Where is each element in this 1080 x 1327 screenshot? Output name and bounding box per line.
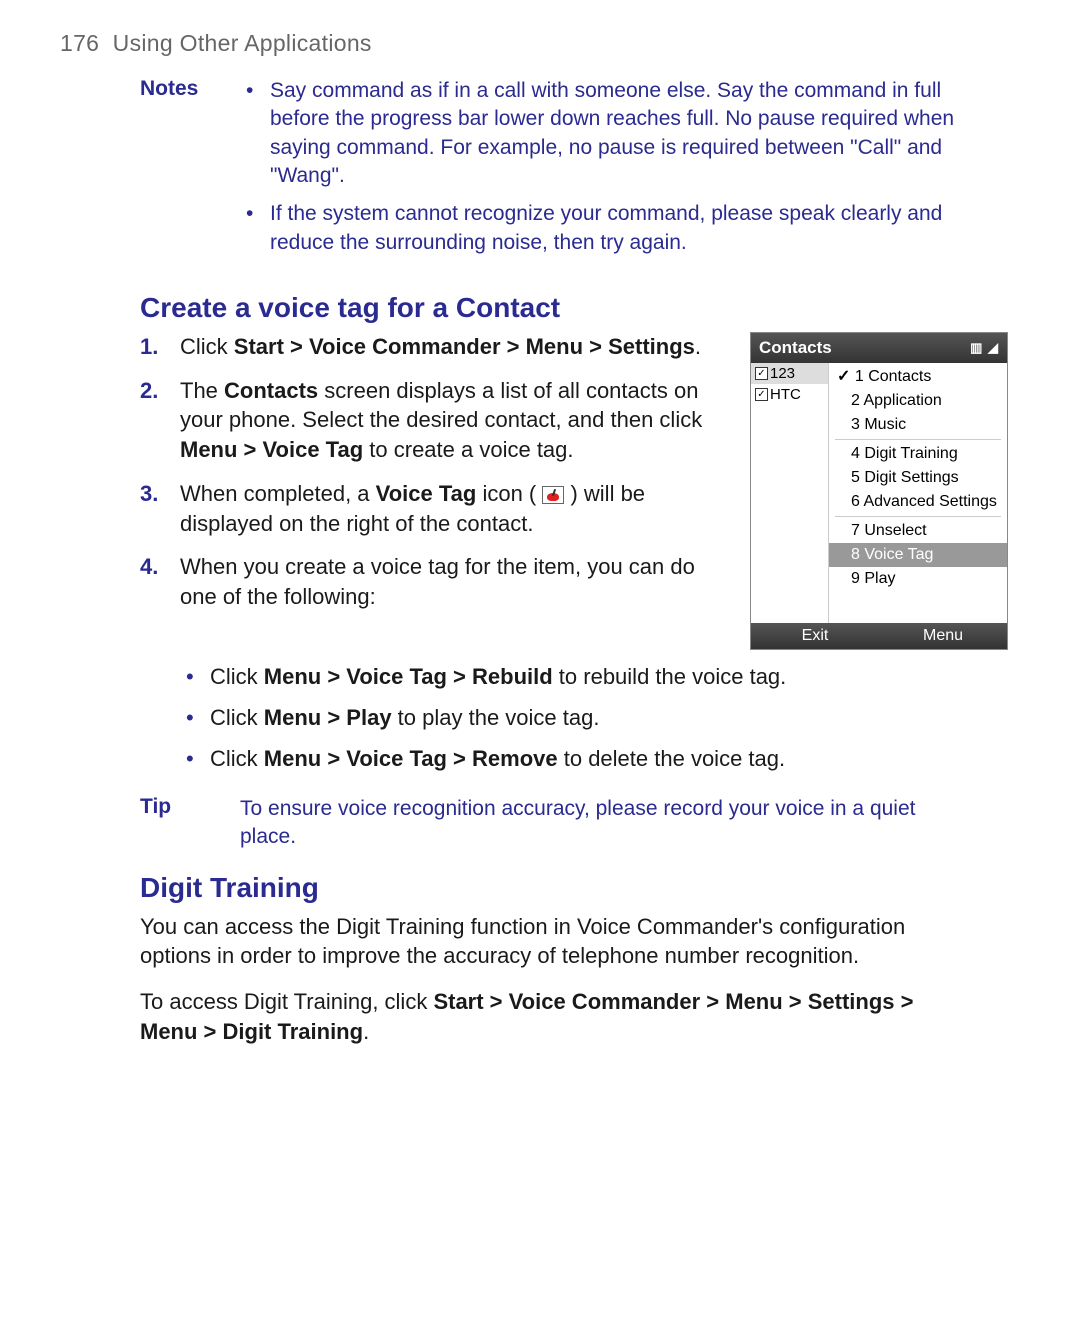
page-number: 176 xyxy=(60,30,99,56)
softkey-menu: Menu xyxy=(879,623,1007,649)
phone-left-pane: ✓123 ✓HTC xyxy=(751,363,829,623)
voice-tag-icon xyxy=(542,486,564,504)
menu-item-play: 9 Play xyxy=(829,567,1007,591)
note-item: • Say command as if in a call with someo… xyxy=(240,77,1020,190)
phone-screenshot: Contacts ▥ ◢ ✓123 ✓HTC 1 Contacts 2 Appl… xyxy=(750,332,1020,650)
notes-block: Notes • Say command as if in a call with… xyxy=(140,77,1020,267)
step-4: When you create a voice tag for the item… xyxy=(140,552,730,611)
menu-item-advanced-settings: 6 Advanced Settings xyxy=(829,490,1007,514)
tip-text: To ensure voice recognition accuracy, pl… xyxy=(240,795,1020,852)
menu-item-voice-tag: 8 Voice Tag xyxy=(829,543,1007,567)
digit-training-para2: To access Digit Training, click Start > … xyxy=(140,987,1020,1046)
phone-titlebar: Contacts ▥ ◢ xyxy=(751,333,1007,363)
sub-bullet-remove: Click Menu > Voice Tag > Remove to delet… xyxy=(180,742,1020,775)
note-text: Say command as if in a call with someone… xyxy=(270,77,1020,190)
step-2: The Contacts screen displays a list of a… xyxy=(140,376,730,465)
heading-digit-training: Digit Training xyxy=(140,872,1020,904)
steps-list: Click Start > Voice Commander > Menu > S… xyxy=(140,332,730,612)
menu-separator xyxy=(835,439,1001,440)
phone-window: Contacts ▥ ◢ ✓123 ✓HTC 1 Contacts 2 Appl… xyxy=(750,332,1008,650)
phone-status-icons: ▥ ◢ xyxy=(970,340,999,356)
notes-content: • Say command as if in a call with someo… xyxy=(240,77,1020,267)
menu-item-contacts: 1 Contacts xyxy=(829,363,1007,389)
steps-column: Click Start > Voice Commander > Menu > S… xyxy=(140,332,750,650)
phone-body: ✓123 ✓HTC 1 Contacts 2 Application 3 Mus… xyxy=(751,363,1007,623)
note-item: • If the system cannot recognize your co… xyxy=(240,200,1020,257)
checkbox-icon: ✓ xyxy=(755,388,768,401)
sub-bullet-play: Click Menu > Play to play the voice tag. xyxy=(180,701,1020,734)
main-row: Click Start > Voice Commander > Menu > S… xyxy=(140,332,1020,650)
checkbox-icon: ✓ xyxy=(755,367,768,380)
note-text: If the system cannot recognize your comm… xyxy=(270,200,1020,257)
step-1: Click Start > Voice Commander > Menu > S… xyxy=(140,332,730,362)
heading-create-voice-tag: Create a voice tag for a Contact xyxy=(140,292,1020,324)
phone-title-text: Contacts xyxy=(759,338,832,358)
menu-item-music: 3 Music xyxy=(829,413,1007,437)
softkey-exit: Exit xyxy=(751,623,879,649)
page-header: 176 Using Other Applications xyxy=(60,30,1020,57)
sub-bullet-rebuild: Click Menu > Voice Tag > Rebuild to rebu… xyxy=(180,660,1020,693)
sub-bullet-list: Click Menu > Voice Tag > Rebuild to rebu… xyxy=(180,660,1020,775)
contact-item-htc: ✓HTC xyxy=(751,384,828,405)
menu-separator xyxy=(835,516,1001,517)
step-3: When completed, a Voice Tag icon ( ) wil… xyxy=(140,479,730,538)
phone-menu: 1 Contacts 2 Application 3 Music 4 Digit… xyxy=(829,363,1007,623)
chapter-title: Using Other Applications xyxy=(113,30,372,56)
contact-item-123: ✓123 xyxy=(751,363,828,384)
menu-item-unselect: 7 Unselect xyxy=(829,519,1007,543)
tip-label: Tip xyxy=(140,795,240,852)
digit-training-para1: You can access the Digit Training functi… xyxy=(140,912,1020,971)
bullet-icon: • xyxy=(240,200,270,257)
tip-block: Tip To ensure voice recognition accuracy… xyxy=(140,795,1020,852)
bullet-icon: • xyxy=(240,77,270,190)
menu-item-digit-training: 4 Digit Training xyxy=(829,442,1007,466)
notes-label: Notes xyxy=(140,77,240,267)
phone-softkeys: Exit Menu xyxy=(751,623,1007,649)
menu-item-digit-settings: 5 Digit Settings xyxy=(829,466,1007,490)
menu-item-application: 2 Application xyxy=(829,389,1007,413)
